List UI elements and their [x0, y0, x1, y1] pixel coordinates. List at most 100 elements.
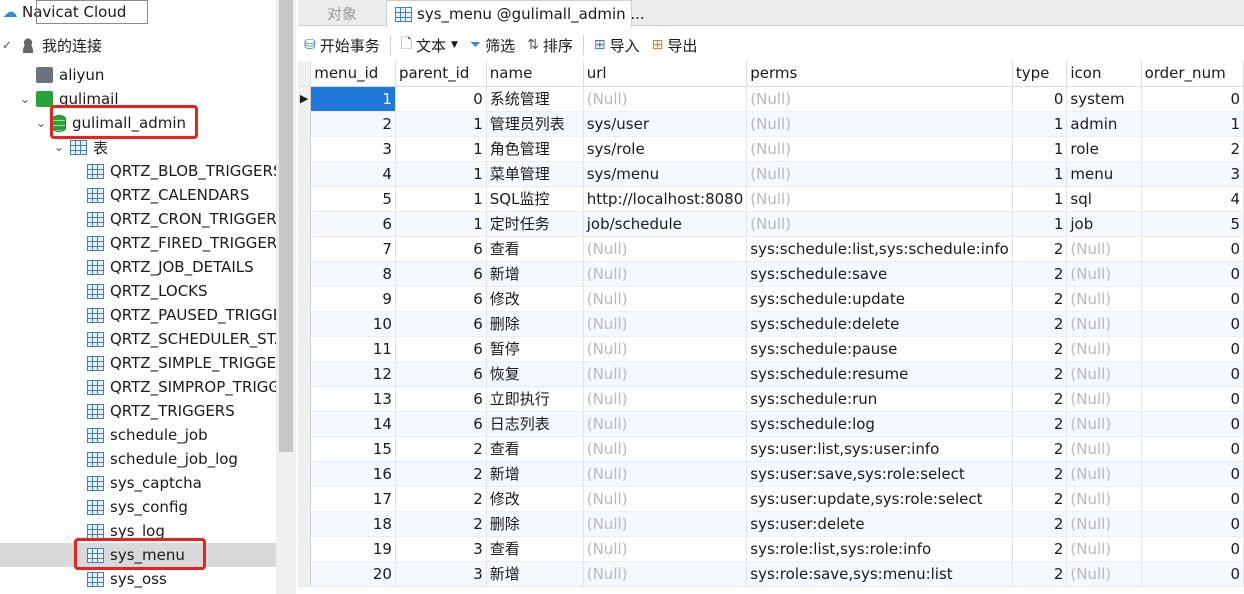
- table-cell[interactable]: sys:schedule:resume: [746, 361, 1013, 387]
- table-cell[interactable]: (Null): [1066, 236, 1142, 262]
- table-cell[interactable]: 8: [310, 261, 396, 287]
- table-cell[interactable]: 5: [1141, 211, 1244, 237]
- table-cell[interactable]: 定时任务: [486, 211, 584, 237]
- table-cell[interactable]: sys:schedule:pause: [746, 336, 1013, 362]
- tree-item-my-connections[interactable]: ✓ 我的连接: [0, 33, 276, 57]
- row-marker[interactable]: [298, 186, 312, 212]
- table-cell[interactable]: 4: [310, 161, 396, 187]
- table-row[interactable]: 2 1 管理员列表 sys/user (Null) 1 admin 1: [298, 111, 1244, 137]
- table-cell[interactable]: 0: [1141, 436, 1244, 462]
- table-row[interactable]: 5 1 SQL监控 http://localhost:8080 (Null) 1 sql 4: [298, 186, 1244, 212]
- table-cell[interactable]: (Null): [583, 561, 748, 587]
- table-cell[interactable]: 3: [1141, 161, 1244, 187]
- table-cell[interactable]: (Null): [1066, 336, 1142, 362]
- tree-item-table[interactable]: QRTZ_CALENDARS: [0, 183, 276, 207]
- table-cell[interactable]: 12: [310, 361, 396, 387]
- table-cell[interactable]: 4: [1141, 186, 1244, 212]
- table-row[interactable]: 14 6 日志列表 (Null) sys:schedule:log 2 (Null) 0: [298, 411, 1244, 437]
- table-cell[interactable]: 2: [1141, 136, 1244, 162]
- table-cell[interactable]: 2: [1012, 386, 1068, 412]
- column-header[interactable]: perms: [746, 61, 1013, 87]
- table-cell[interactable]: 0: [1141, 336, 1244, 362]
- table-cell[interactable]: (Null): [583, 536, 748, 562]
- table-cell[interactable]: 6: [395, 236, 487, 262]
- table-cell[interactable]: 0: [1141, 461, 1244, 487]
- table-cell[interactable]: 6: [310, 211, 396, 237]
- table-row[interactable]: 4 1 菜单管理 sys/menu (Null) 1 menu 3: [298, 161, 1244, 187]
- chevron-down-icon[interactable]: ✓: [0, 38, 14, 52]
- row-marker[interactable]: [298, 461, 312, 487]
- chevron-down-icon[interactable]: ⌄: [34, 116, 48, 130]
- table-cell[interactable]: 3: [395, 536, 487, 562]
- table-cell[interactable]: 9: [310, 286, 396, 312]
- row-marker[interactable]: [298, 261, 312, 287]
- table-cell[interactable]: (Null): [1066, 286, 1142, 312]
- row-marker[interactable]: [298, 336, 312, 362]
- table-cell[interactable]: 15: [310, 436, 396, 462]
- row-marker[interactable]: [298, 486, 312, 512]
- tree-item-table[interactable]: QRTZ_LOCKS: [0, 279, 276, 303]
- table-cell[interactable]: 6: [395, 386, 487, 412]
- scrollbar-thumb[interactable]: [279, 0, 293, 452]
- table-cell[interactable]: 管理员列表: [486, 111, 584, 137]
- table-cell[interactable]: 2: [1012, 236, 1068, 262]
- table-cell[interactable]: sql: [1066, 186, 1142, 212]
- table-cell[interactable]: 17: [310, 486, 396, 512]
- table-cell[interactable]: sys:user:save,sys:role:select: [746, 461, 1013, 487]
- table-cell[interactable]: sys:user:update,sys:role:select: [746, 486, 1013, 512]
- table-cell[interactable]: 0: [1141, 411, 1244, 437]
- table-cell[interactable]: 0: [1141, 236, 1244, 262]
- column-header[interactable]: name: [486, 61, 584, 87]
- table-cell[interactable]: 6: [395, 286, 487, 312]
- table-cell[interactable]: sys:schedule:log: [746, 411, 1013, 437]
- row-marker[interactable]: [298, 286, 312, 312]
- table-cell[interactable]: 2: [395, 486, 487, 512]
- table-row[interactable]: 18 2 删除 (Null) sys:user:delete 2 (Null) 0: [298, 511, 1244, 537]
- table-cell[interactable]: (Null): [746, 86, 1013, 112]
- table-cell[interactable]: (Null): [1066, 561, 1142, 587]
- tree-item-table[interactable]: QRTZ_SIMPLE_TRIGGERS: [0, 351, 276, 375]
- tree-item-table[interactable]: QRTZ_PAUSED_TRIGGER_GRPS: [0, 303, 276, 327]
- table-cell[interactable]: 6: [395, 336, 487, 362]
- table-cell[interactable]: (Null): [1066, 511, 1142, 537]
- table-cell[interactable]: 2: [310, 111, 396, 137]
- table-cell[interactable]: 2: [1012, 286, 1068, 312]
- row-marker[interactable]: [298, 561, 312, 587]
- column-header[interactable]: url: [583, 61, 748, 87]
- table-cell[interactable]: (Null): [583, 436, 748, 462]
- table-cell[interactable]: system: [1066, 86, 1142, 112]
- table-cell[interactable]: 6: [395, 261, 487, 287]
- tree-item-table[interactable]: schedule_job_log: [0, 447, 276, 471]
- sort-button[interactable]: ⇅ 排序: [521, 35, 579, 56]
- table-cell[interactable]: 6: [395, 311, 487, 337]
- table-cell[interactable]: (Null): [746, 111, 1013, 137]
- table-cell[interactable]: (Null): [583, 311, 748, 337]
- table-cell[interactable]: (Null): [583, 411, 748, 437]
- table-cell[interactable]: (Null): [583, 261, 748, 287]
- table-cell[interactable]: (Null): [583, 286, 748, 312]
- tree-item-table[interactable]: QRTZ_TRIGGERS: [0, 399, 276, 423]
- table-row[interactable]: 11 6 暂停 (Null) sys:schedule:pause 2 (Null) 0: [298, 336, 1244, 362]
- table-cell[interactable]: sys:user:list,sys:user:info: [746, 436, 1013, 462]
- table-row[interactable]: 6 1 定时任务 job/schedule (Null) 1 job 5: [298, 211, 1244, 237]
- table-cell[interactable]: 1: [395, 186, 487, 212]
- table-cell[interactable]: (Null): [746, 186, 1013, 212]
- table-cell[interactable]: 查看: [486, 536, 584, 562]
- column-header[interactable]: menu_id: [310, 61, 396, 87]
- table-row[interactable]: 17 2 修改 (Null) sys:user:update,sys:role:sele…: [298, 486, 1244, 512]
- table-cell[interactable]: 0: [1141, 311, 1244, 337]
- current-row-pointer-icon[interactable]: ▶: [298, 86, 312, 112]
- table-cell[interactable]: sys:user:delete: [746, 511, 1013, 537]
- table-cell[interactable]: 0: [1141, 561, 1244, 587]
- table-cell[interactable]: (Null): [1066, 261, 1142, 287]
- table-cell[interactable]: (Null): [746, 161, 1013, 187]
- table-row[interactable]: 10 6 删除 (Null) sys:schedule:delete 2 (Null) 0: [298, 311, 1244, 337]
- table-cell[interactable]: sys:schedule:list,sys:schedule:info: [746, 236, 1013, 262]
- table-cell[interactable]: (Null): [583, 86, 748, 112]
- table-cell[interactable]: 20: [310, 561, 396, 587]
- table-row[interactable]: 7 6 查看 (Null) sys:schedule:list,sys:schedule…: [298, 236, 1244, 262]
- table-cell[interactable]: 1: [395, 161, 487, 187]
- table-cell[interactable]: menu: [1066, 161, 1142, 187]
- table-cell[interactable]: 0: [1141, 286, 1244, 312]
- import-button[interactable]: ⊞ 导入: [588, 35, 646, 56]
